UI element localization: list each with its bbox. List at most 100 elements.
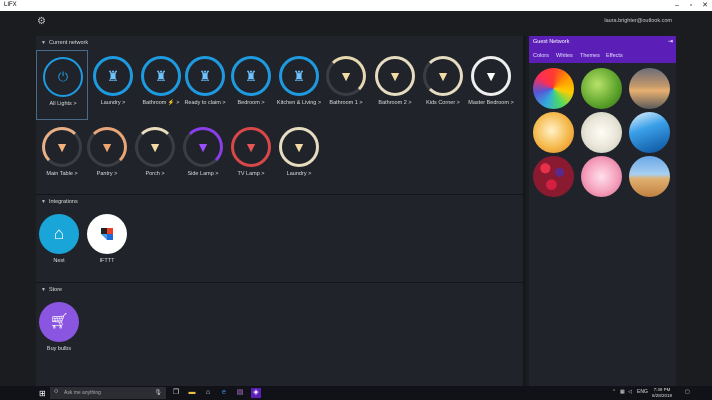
language-indicator[interactable]: ENG — [637, 389, 648, 395]
cortana-icon: ○ — [54, 388, 59, 395]
light-tile-bedroom[interactable]: ♜ Bedroom > — [225, 50, 277, 120]
notifications-icon[interactable]: ▢ — [685, 389, 690, 395]
section-title: Store — [48, 287, 63, 293]
network-icon[interactable]: ▦ — [620, 389, 625, 395]
theme-rainbow[interactable] — [533, 68, 574, 109]
edge-icon[interactable]: e — [219, 388, 229, 398]
light-tile-side-lamp[interactable]: ▼ Side Lamp > — [177, 121, 229, 191]
light-tile-porch[interactable]: ▼ Porch > — [129, 121, 181, 191]
light-ring: ♜ — [231, 56, 271, 96]
light-tile-bathroom-2[interactable]: ▼ Bathroom 2 > — [369, 50, 421, 120]
microphone-icon[interactable]: 🎙︎ — [154, 389, 162, 396]
integration-ifttt[interactable]: IFTTT — [81, 208, 133, 278]
light-label: Bedroom > — [237, 100, 265, 106]
light-tile-tv-lamp[interactable]: ▼ TV Lamp > — [225, 121, 277, 191]
windows-start-icon[interactable]: ⊞ — [39, 389, 46, 398]
cart-icon: 🛒︎ — [49, 313, 69, 330]
light-label: Pantry > — [96, 171, 118, 177]
chevron-up-icon[interactable]: ⌃ — [612, 389, 616, 395]
user-email[interactable]: laura.brighter@outlook.com — [604, 18, 672, 24]
bulb-icon: ▼ — [55, 139, 69, 155]
light-ring: ♜ — [141, 56, 181, 96]
search-placeholder: Ask me anything — [64, 390, 101, 396]
light-ring: ▼ — [375, 56, 415, 96]
light-label: Bathroom 2 > — [378, 100, 412, 106]
theme-berries[interactable] — [533, 156, 574, 197]
power-icon: ⏻ — [57, 69, 69, 84]
minimize-button[interactable]: – — [671, 1, 683, 10]
ifttt-icon — [101, 228, 113, 240]
bulb-icon: ▼ — [436, 68, 450, 84]
scrollbar[interactable] — [523, 36, 526, 386]
taskbar-clock[interactable]: 7:49 PM 6/28/2019 — [652, 387, 672, 399]
light-ring: ▼ — [42, 127, 82, 167]
collapse-icon[interactable]: ⇥ — [668, 38, 673, 45]
tab-whites[interactable]: Whites — [556, 53, 573, 59]
light-label: Porch > — [145, 171, 165, 177]
store-buy-bulbs[interactable]: 🛒︎ Buy bulbs — [33, 296, 85, 366]
light-ring: ♜ — [185, 56, 225, 96]
light-ring: ▼ — [471, 56, 511, 96]
close-button[interactable]: ✕ — [699, 1, 711, 10]
bulb-icon: ▼ — [292, 139, 306, 155]
integration-label: IFTTT — [99, 258, 115, 264]
light-tile-laundry-2[interactable]: ▼ Laundry > — [273, 121, 325, 191]
theme-blossom[interactable] — [581, 156, 622, 197]
light-tile-kids-corner[interactable]: ▼ Kids Corner > — [417, 50, 469, 120]
light-tile-laundry[interactable]: ♜ Laundry > — [87, 50, 139, 120]
tab-effects[interactable]: Effects — [606, 53, 623, 59]
section-current-network[interactable]: ▼ Current network — [41, 40, 88, 46]
bulb-icon: ♜ — [244, 68, 258, 84]
task-view-icon[interactable]: ❐ — [171, 388, 181, 398]
light-ring: ▼ — [87, 127, 127, 167]
bulb-icon: ▼ — [244, 139, 258, 155]
file-explorer-icon[interactable]: ▬ — [187, 388, 197, 398]
bulb-icon: ♜ — [292, 68, 306, 84]
theme-sunset[interactable] — [629, 68, 670, 109]
integration-label: Nest — [53, 258, 65, 264]
taskbar-search[interactable]: ○ Ask me anything 🎙︎ — [50, 387, 166, 399]
bulb-icon: ▼ — [339, 68, 353, 84]
theme-desert[interactable] — [629, 156, 670, 197]
light-tile-master-bedroom[interactable]: ▼ Master Bedroom > — [465, 50, 517, 120]
app-icon[interactable]: ▤ — [235, 388, 245, 398]
bulb-icon: ♜ — [154, 68, 168, 84]
chevron-down-icon: ▼ — [41, 287, 46, 293]
lifx-taskbar-icon[interactable]: ◈ — [251, 388, 261, 398]
light-tile-kitchen-living[interactable]: ♜ Kitchen & Living > — [273, 50, 325, 120]
volume-icon[interactable]: ◁ — [628, 389, 632, 395]
light-ring: ▼ — [326, 56, 366, 96]
window-title: LIFX — [4, 2, 17, 8]
light-label: Ready to claim > — [184, 100, 226, 106]
store-label: Buy bulbs — [46, 346, 72, 352]
light-tile-ready-to-claim[interactable]: ♜ Ready to claim > — [179, 50, 231, 120]
light-label: All Lights > — [49, 101, 77, 107]
tab-colors[interactable]: Colors — [533, 53, 549, 59]
theme-citrus[interactable] — [533, 112, 574, 153]
theme-ocean-wave[interactable] — [629, 112, 670, 153]
store-icon[interactable]: ⌂ — [203, 388, 213, 398]
bulb-icon: ▼ — [484, 68, 498, 84]
light-label: Laundry > — [286, 171, 312, 177]
light-tile-bathroom-1[interactable]: ▼ Bathroom 1 > — [320, 50, 372, 120]
nest-logo: ⌂ — [39, 214, 79, 254]
integration-nest[interactable]: ⌂ Nest — [33, 208, 85, 278]
light-tile-pantry[interactable]: ▼ Pantry > — [81, 121, 133, 191]
light-label: Bathroom 1 > — [329, 100, 363, 106]
light-label: Kitchen & Living > — [276, 100, 322, 106]
tab-themes[interactable]: Themes — [580, 53, 600, 59]
light-ring: ▼ — [135, 127, 175, 167]
gear-icon[interactable]: ⚙ — [37, 17, 47, 27]
light-ring: ▼ — [231, 127, 271, 167]
theme-leaf[interactable] — [581, 68, 622, 109]
section-store[interactable]: ▼ Store — [41, 287, 62, 293]
bulb-icon: ▼ — [100, 139, 114, 155]
maximize-button[interactable]: ▫ — [685, 1, 697, 10]
light-tile-all-lights[interactable]: ⏻ All Lights > — [36, 50, 88, 120]
section-integrations[interactable]: ▼ Integrations — [41, 199, 78, 205]
light-ring: ♜ — [279, 56, 319, 96]
bulb-icon: ▼ — [196, 139, 210, 155]
theme-white-rose[interactable] — [581, 112, 622, 153]
title-bar: LIFX – ▫ ✕ — [0, 0, 712, 11]
main-panel: ▼ Current network ⏻ All Lights > ♜ Laundr… — [36, 36, 523, 386]
